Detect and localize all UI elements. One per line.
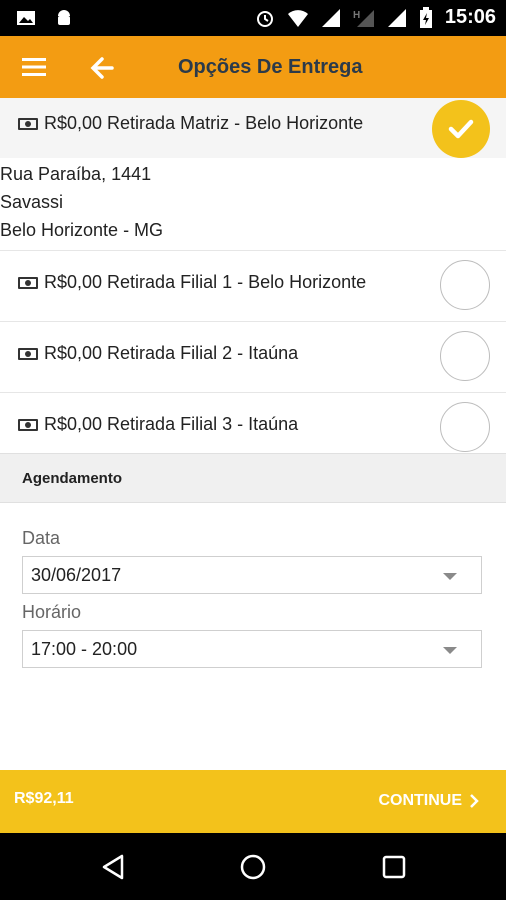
system-nav-bar [0,833,506,900]
chevron-right-icon [470,794,479,808]
h-signal-icon: H [353,9,374,27]
date-label: Data [22,528,61,548]
delivery-options-list: R$0,00 Retirada Matriz - Belo Horizonte … [0,98,506,464]
option-label: R$0,00 Retirada Filial 3 - Itaúna [44,414,299,434]
delivery-option[interactable]: R$0,00 Retirada Filial 2 - Itaúna [0,322,506,393]
option-label-wrap: R$0,00 Retirada Filial 1 - Belo Horizont… [18,272,366,293]
delivery-option[interactable]: R$0,00 Retirada Filial 1 - Belo Horizont… [0,251,506,322]
menu-icon[interactable] [22,55,46,79]
order-total: R$92,11 [14,790,74,807]
radio-button[interactable] [440,402,490,452]
scheduling-form: Data 30/06/2017 Horário 17:00 - 20:00 [22,528,484,676]
continue-button[interactable]: CONTINUE [378,792,480,810]
signal-icon [387,8,406,27]
delivery-option[interactable]: R$0,00 Retirada Matriz - Belo Horizonte [0,98,506,158]
home-nav-icon[interactable] [237,851,269,883]
page-title: Opções De Entrega [178,56,363,78]
time-value: 17:00 - 20:00 [31,639,138,659]
status-time: 15:06 [444,6,496,28]
radio-button[interactable] [440,260,490,310]
android-icon [58,10,70,25]
section-title: Agendamento [22,470,123,487]
status-bar: H 15:06 [0,0,506,36]
option-label-wrap: R$0,00 Retirada Filial 2 - Itaúna [18,343,298,364]
option-label-wrap: R$0,00 Retirada Filial 3 - Itaúna [18,414,298,435]
recents-nav-icon[interactable] [378,851,410,883]
app-bar: Opções De Entrega [0,36,506,98]
address-street: Rua Paraíba, 1441 [0,164,152,184]
back-arrow-icon[interactable] [88,54,116,82]
wifi-icon [287,9,308,27]
money-icon [18,418,38,431]
svg-text:H: H [353,10,360,21]
address-city: Belo Horizonte - MG [0,220,164,240]
option-label: R$0,00 Retirada Filial 2 - Itaúna [44,343,299,363]
radio-button[interactable] [440,331,490,381]
dropdown-arrow-icon [443,573,457,580]
option-label-wrap: R$0,00 Retirada Matriz - Belo Horizonte [18,113,363,134]
date-value: 30/06/2017 [31,565,122,585]
date-select[interactable]: 30/06/2017 [22,556,482,594]
money-icon [18,276,38,289]
pickup-address: Rua Paraíba, 1441 Savassi Belo Horizonte… [0,158,506,251]
dropdown-arrow-icon [443,647,457,654]
money-icon [18,117,38,130]
scheduling-header: Agendamento [0,453,506,503]
option-label: R$0,00 Retirada Matriz - Belo Horizonte [44,113,364,133]
option-label: R$0,00 Retirada Filial 1 - Belo Horizont… [44,272,367,292]
time-label: Horário [22,602,82,622]
address-neighborhood: Savassi [0,192,64,212]
time-select[interactable]: 17:00 - 20:00 [22,630,482,668]
battery-icon [419,6,432,28]
image-icon [17,11,35,25]
continue-label: CONTINUE [378,792,462,809]
signal-icon [321,8,340,27]
alarm-icon [256,10,273,27]
selected-check-icon[interactable] [432,100,490,158]
money-icon [18,347,38,360]
back-nav-icon[interactable] [98,851,130,883]
checkout-bar: R$92,11 CONTINUE [0,770,506,833]
